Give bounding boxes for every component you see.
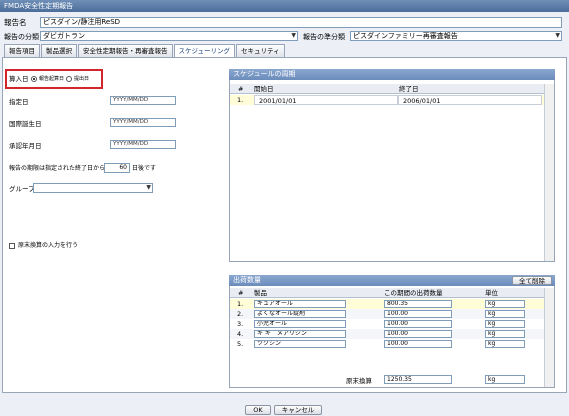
shipment-row[interactable]: 2. よくなオール錠剤 100.00 kg <box>230 309 544 319</box>
shipment-row-num: 2. <box>237 310 244 318</box>
bulk-conversion-checkbox[interactable] <box>9 243 15 251</box>
shipment-col-product: 製品 <box>254 289 267 297</box>
total-label: 原末換算 <box>346 377 372 385</box>
shipment-product-field[interactable]: 小児オール <box>254 320 346 328</box>
schedule-col-start: 開始日 <box>254 85 274 93</box>
designated-date-label: 指定日 <box>9 98 29 106</box>
shipment-col-qty: この期間の出荷数量 <box>384 289 443 297</box>
shipment-row[interactable]: 3. 小児オール 100.00 kg <box>230 319 544 329</box>
shipment-row[interactable]: 5. ツクシン 100.00 kg <box>230 339 544 349</box>
shipment-header-row: # 製品 この期間の出荷数量 単位 <box>230 288 544 298</box>
intl-birth-field[interactable]: YYYY/MM/DD <box>110 118 176 127</box>
schedule-scrollbar[interactable] <box>544 84 554 261</box>
radio-report-start[interactable] <box>31 76 37 84</box>
shipment-scrollbar[interactable] <box>544 288 554 387</box>
group-select[interactable]: ▼ <box>33 183 153 193</box>
schedule-col-num: # <box>238 85 244 93</box>
shipment-product-field[interactable]: ツクシン <box>254 340 346 348</box>
schedule-col-end: 終了日 <box>399 85 419 93</box>
shipment-row-num: 3. <box>237 320 244 328</box>
schedule-row-num: 1. <box>237 96 244 104</box>
radio-submission-label: 提出日 <box>74 76 90 82</box>
deadline-days-field[interactable]: 60 <box>104 163 130 173</box>
designated-date-field[interactable]: YYYY/MM/DD <box>110 96 176 105</box>
delete-all-button[interactable]: 全て削除 <box>512 276 552 285</box>
schedule-end-date[interactable]: 2006/01/01 <box>398 95 542 105</box>
category-select-value: ダビガトラン <box>43 32 85 40</box>
radio-submission[interactable] <box>66 76 72 84</box>
shipment-qty-field[interactable]: 100.00 <box>384 330 452 338</box>
shipment-row-num: 4. <box>237 330 244 338</box>
shipment-qty-field[interactable]: 100.00 <box>384 310 452 318</box>
shipment-row-num: 1. <box>237 300 244 308</box>
tab-safety-report[interactable]: 安全性定期報告・再審査報告 <box>78 44 173 57</box>
chevron-down-icon: ▼ <box>555 32 560 39</box>
radio-on-icon <box>31 76 37 82</box>
shipment-unit-field[interactable]: kg <box>485 330 525 338</box>
bulk-conversion-label: 原末換算の入力を行う <box>18 242 79 249</box>
shipment-unit-field[interactable]: kg <box>485 300 525 308</box>
shipment-qty-field[interactable]: 100.00 <box>384 320 452 328</box>
cancel-button[interactable]: キャンセル <box>274 405 322 415</box>
shipment-qty-field[interactable]: 800.35 <box>384 300 452 308</box>
radio-off-icon <box>66 76 72 82</box>
intl-birth-label: 国際誕生日 <box>9 120 42 128</box>
approval-date-label: 承認年月日 <box>9 142 42 150</box>
category-label: 報告の分類 <box>4 33 39 41</box>
shipment-row[interactable]: 4. キ キ゛メアリジン 100.00 kg <box>230 329 544 339</box>
shipment-product-field[interactable]: キュアオール <box>254 300 346 308</box>
tab-scheduling[interactable]: スケジューリング <box>173 44 236 57</box>
shipment-product-field[interactable]: よくなオール錠剤 <box>254 310 346 318</box>
report-name-field[interactable]: ピスダイン/静注用ReSD <box>40 17 562 28</box>
entry-date-label: 算入日 <box>9 75 29 83</box>
shipment-row-num: 5. <box>237 340 244 348</box>
shipment-qty-field[interactable]: 100.00 <box>384 340 452 348</box>
shipment-product-field[interactable]: キ キ゛メアリジン <box>254 330 346 338</box>
report-name-label: 報告名 <box>4 18 27 27</box>
schedule-title: スケジュールの周期 <box>229 69 555 80</box>
shipment-row[interactable]: 1. キュアオール 800.35 kg <box>230 299 544 309</box>
ok-button[interactable]: OK <box>245 405 271 415</box>
shipment-unit-field[interactable]: kg <box>485 340 525 348</box>
subcategory-label: 報告の準分類 <box>303 33 345 41</box>
deadline-suffix: 日後です <box>132 165 157 172</box>
category-select[interactable]: ダビガトラン ▼ <box>40 31 298 41</box>
shipment-title: 出荷数量 <box>229 275 555 286</box>
chevron-down-icon: ▼ <box>146 184 151 191</box>
approval-date-field[interactable]: YYYY/MM/DD <box>110 140 176 149</box>
window-title: FMDA安全性定期報告 <box>0 0 569 12</box>
shipment-col-num: # <box>238 289 244 297</box>
deadline-prefix: 報告の期限は指定された終了日から <box>9 165 106 172</box>
schedule-start-date[interactable]: 2001/01/01 <box>254 95 398 105</box>
total-value-field[interactable]: 1250.35 <box>384 375 452 384</box>
subcategory-select[interactable]: ピスダインファミリー再審査報告 ▼ <box>350 31 562 41</box>
group-label: グループ <box>9 185 35 193</box>
tab-security[interactable]: セキュリティ <box>236 44 285 57</box>
shipment-unit-field[interactable]: kg <box>485 310 525 318</box>
total-unit-field[interactable]: kg <box>485 375 525 384</box>
subcategory-select-value: ピスダインファミリー再審査報告 <box>353 32 458 40</box>
tab-report-items[interactable]: 報告項目 <box>4 44 40 57</box>
chevron-down-icon: ▼ <box>291 32 296 39</box>
radio-report-start-label: 報告起算日 <box>39 76 65 82</box>
schedule-row[interactable]: 1. 2001/01/01 2006/01/01 <box>230 95 544 105</box>
shipment-unit-field[interactable]: kg <box>485 320 525 328</box>
tab-product-selection[interactable]: 製品選択 <box>41 44 77 57</box>
shipment-col-unit: 単位 <box>485 289 498 297</box>
tab-bar: 報告項目 製品選択 安全性定期報告・再審査報告 スケジューリング セキュリティ <box>4 44 285 57</box>
schedule-header-row: # 開始日 終了日 <box>230 84 544 94</box>
checkbox-icon <box>9 243 15 249</box>
